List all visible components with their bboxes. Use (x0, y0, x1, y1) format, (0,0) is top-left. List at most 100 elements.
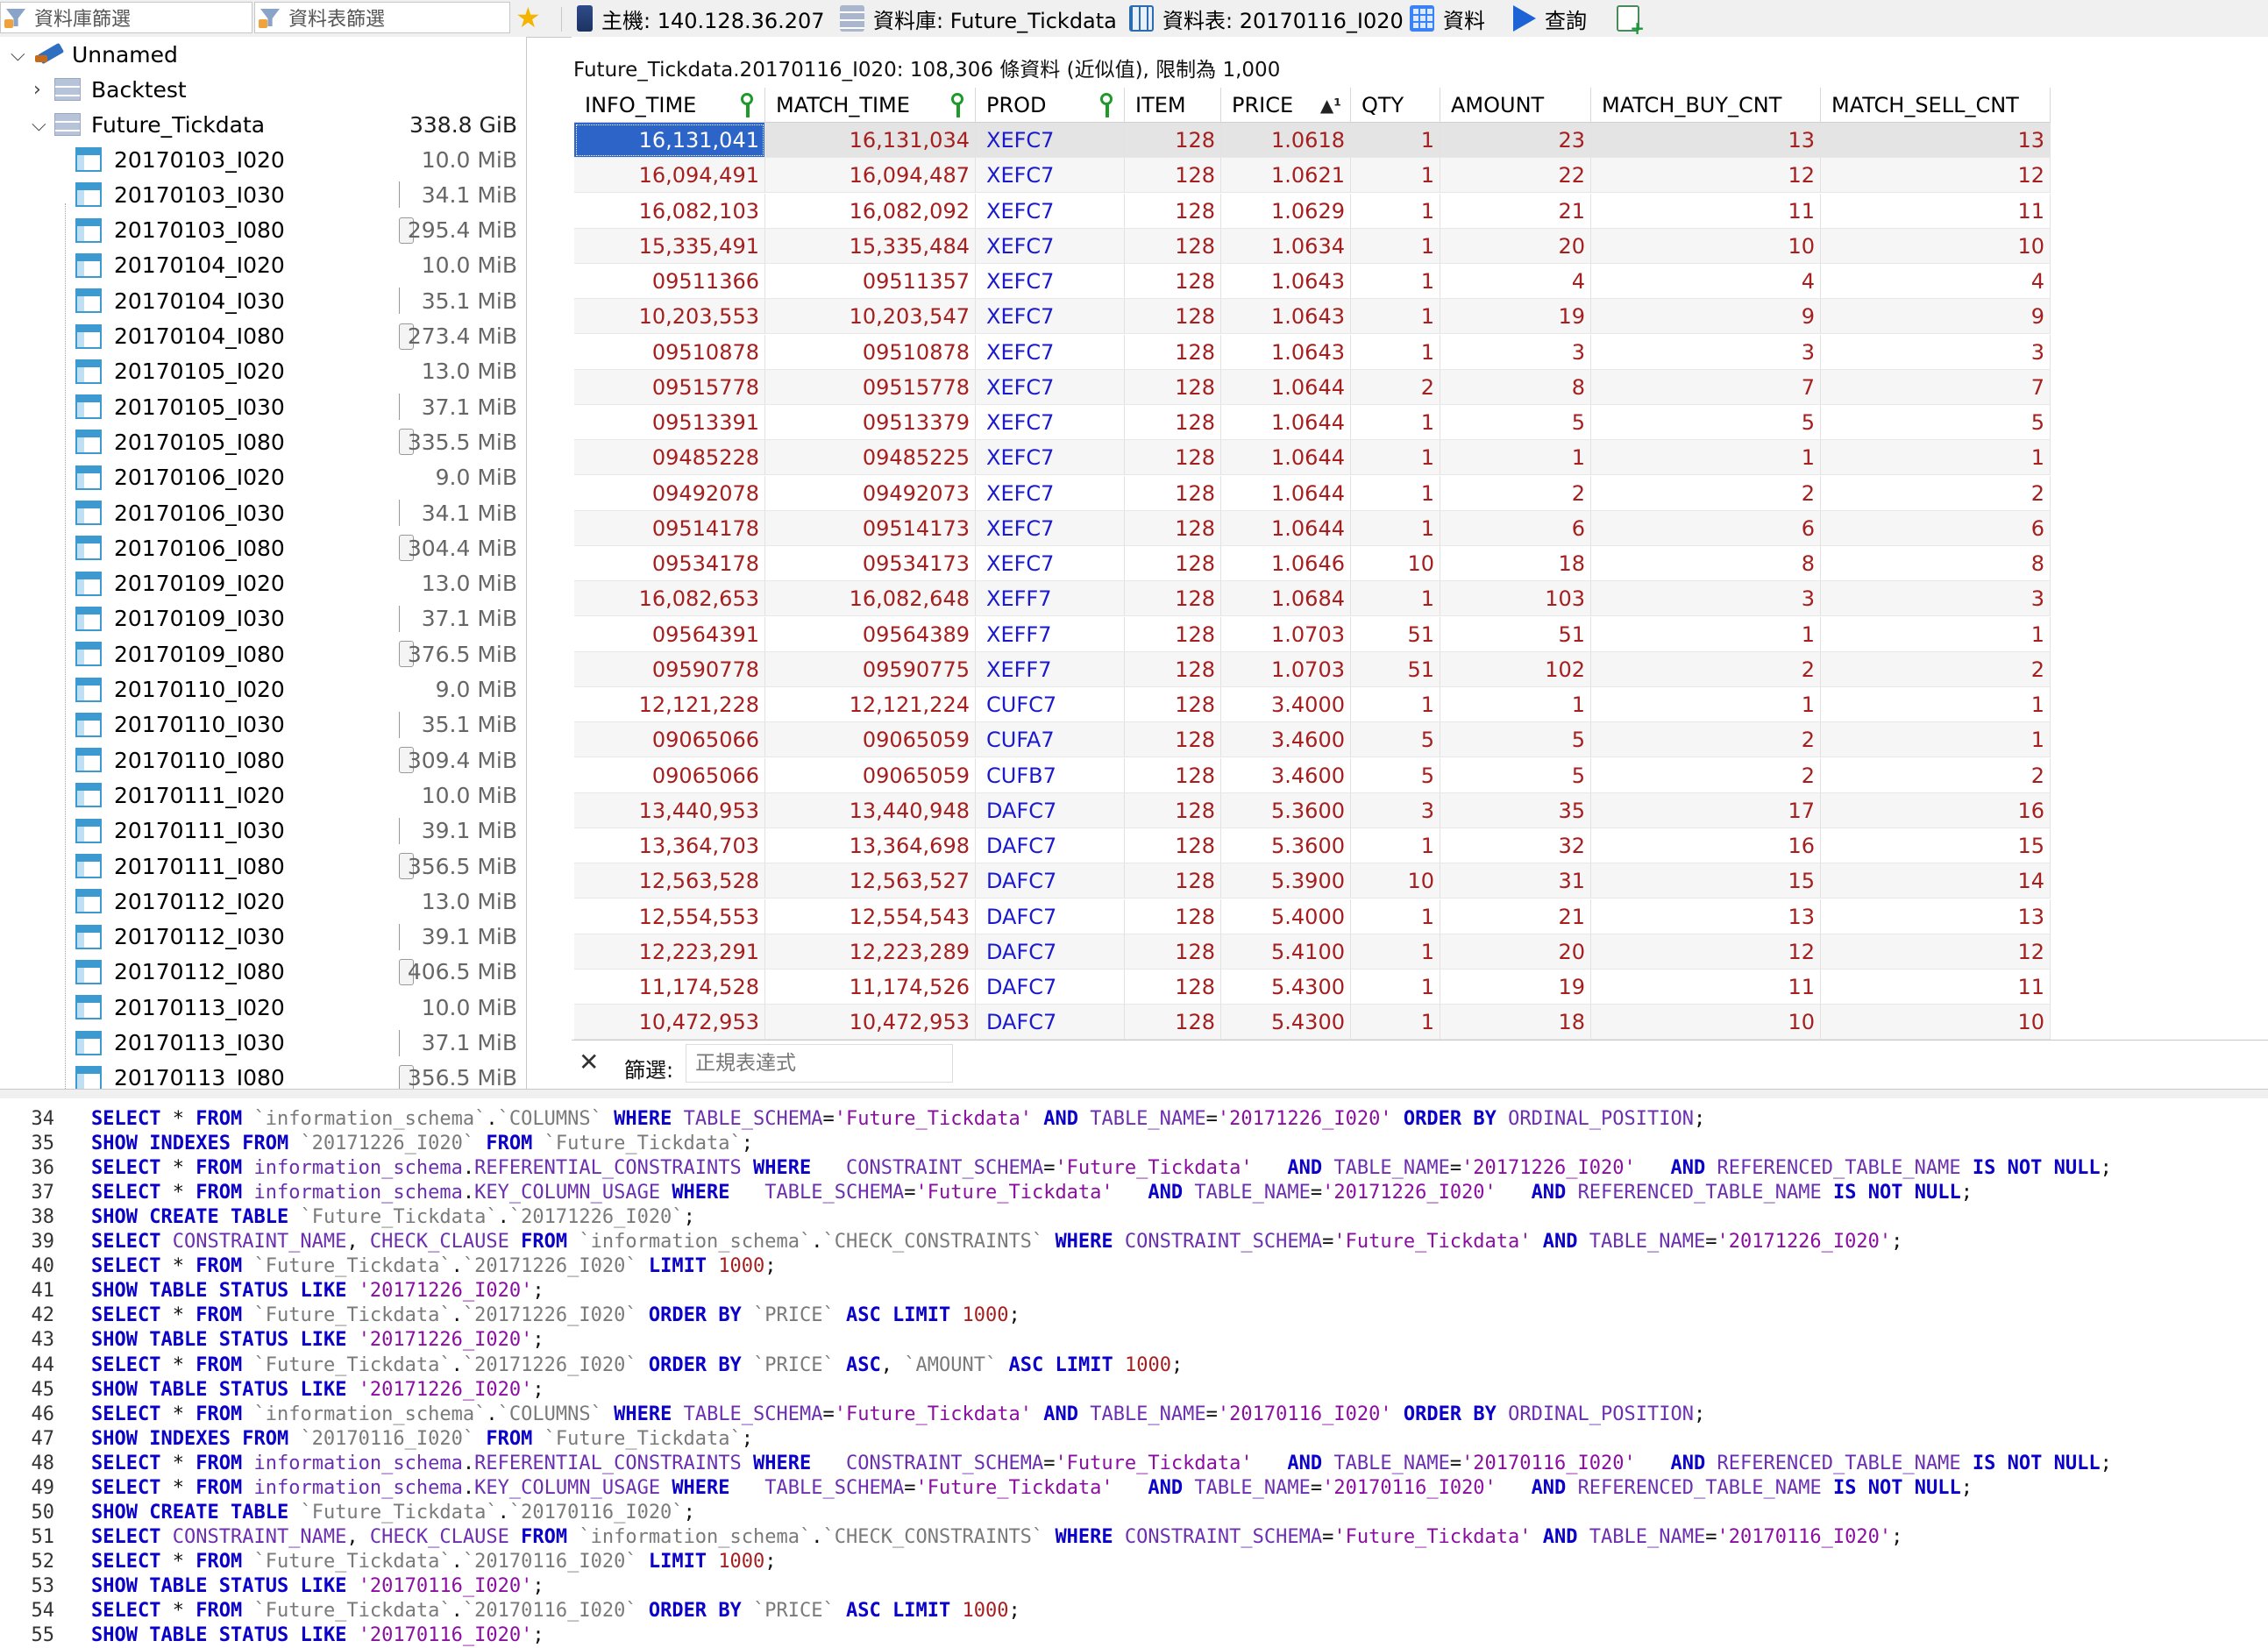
table-cell[interactable]: 128 (1125, 757, 1221, 793)
table-cell[interactable]: 1 (1821, 722, 2051, 758)
tree-item-table[interactable]: 20170113_I080 356.5 MiB (0, 1061, 526, 1089)
table-cell[interactable]: 5.3600 (1221, 792, 1351, 828)
table-cell[interactable]: 1.0646 (1221, 546, 1351, 581)
table-cell[interactable]: 2 (1351, 369, 1440, 405)
table-cell[interactable]: 128 (1125, 369, 1221, 405)
table-cell[interactable]: 13 (1821, 899, 2051, 934)
tree-item-table[interactable]: 20170104_I030 35.1 MiB (0, 283, 526, 318)
table-cell[interactable]: 13,364,703 (574, 828, 765, 863)
table-cell[interactable]: 1 (1351, 264, 1440, 299)
table-cell[interactable]: 5 (1440, 722, 1591, 758)
column-header[interactable]: PRICE ▲¹ (1221, 88, 1351, 123)
table-cell[interactable]: 128 (1125, 792, 1221, 828)
table-cell[interactable]: 128 (1125, 228, 1221, 264)
table-cell[interactable]: 09534178 (574, 546, 765, 581)
tree-item-table[interactable]: 20170109_I030 37.1 MiB (0, 601, 526, 636)
table-cell[interactable]: 1 (1351, 899, 1440, 934)
table-cell[interactable]: DAFC7 (976, 934, 1125, 970)
tree-item-table[interactable]: 20170111_I020 10.0 MiB (0, 778, 526, 813)
table-cell[interactable]: 4 (1440, 264, 1591, 299)
table-cell[interactable]: 11,174,528 (574, 970, 765, 1005)
table-cell[interactable]: 12,554,543 (765, 899, 976, 934)
close-icon[interactable]: ✕ (579, 1048, 599, 1076)
table-cell[interactable]: 3 (1591, 334, 1821, 370)
table-cell[interactable]: 16,082,103 (574, 193, 765, 229)
table-cell[interactable]: 8 (1591, 546, 1821, 581)
table-cell[interactable]: 1.0644 (1221, 369, 1351, 405)
sql-log-panel[interactable]: 34 SELECT * FROM `information_schema`.`CO… (0, 1098, 2268, 1647)
table-cell[interactable]: 128 (1125, 828, 1221, 863)
tab-database[interactable]: 資料庫: Future_Tickdata (840, 0, 1117, 37)
chevron-right-icon[interactable]: › (33, 79, 41, 101)
table-cell[interactable]: 10 (1351, 863, 1440, 899)
table-cell[interactable]: 3.4600 (1221, 722, 1351, 758)
table-cell[interactable]: 12,563,527 (765, 863, 976, 899)
table-cell[interactable]: 09485228 (574, 440, 765, 476)
table-cell[interactable]: DAFC7 (976, 1005, 1125, 1041)
table-cell[interactable]: 13 (1591, 899, 1821, 934)
table-cell[interactable]: DAFC7 (976, 863, 1125, 899)
tree-item-table[interactable]: 20170106_I080 304.4 MiB (0, 530, 526, 565)
tree-item-table[interactable]: 20170103_I030 34.1 MiB (0, 177, 526, 212)
table-cell[interactable]: 09065066 (574, 722, 765, 758)
table-cell[interactable]: 13,440,948 (765, 792, 976, 828)
table-cell[interactable]: 128 (1125, 687, 1221, 722)
chevron-down-icon[interactable]: ⌵ (32, 114, 46, 136)
table-cell[interactable]: 1 (1351, 193, 1440, 229)
table-cell[interactable]: 128 (1125, 616, 1221, 652)
table-cell[interactable]: 3.4000 (1221, 687, 1351, 722)
table-cell[interactable]: 15,335,491 (574, 228, 765, 264)
table-cell[interactable]: 35 (1440, 792, 1591, 828)
table-cell[interactable]: 5.3600 (1221, 828, 1351, 863)
table-cell[interactable]: 12 (1591, 158, 1821, 194)
table-cell[interactable]: 12 (1591, 934, 1821, 970)
table-cell[interactable]: CUFA7 (976, 722, 1125, 758)
table-cell[interactable]: 09511357 (765, 264, 976, 299)
table-cell[interactable]: 102 (1440, 651, 1591, 687)
tree-item-table[interactable]: 20170111_I030 39.1 MiB (0, 813, 526, 849)
table-cell[interactable]: 128 (1125, 158, 1221, 194)
tree-item-table[interactable]: 20170113_I020 10.0 MiB (0, 990, 526, 1025)
table-cell[interactable]: 128 (1125, 405, 1221, 440)
table-cell[interactable]: 21 (1440, 899, 1591, 934)
table-cell[interactable]: 19 (1440, 299, 1591, 335)
table-cell[interactable]: 128 (1125, 581, 1221, 617)
table-cell[interactable]: 1 (1821, 616, 2051, 652)
table-cell[interactable]: 2 (1821, 475, 2051, 511)
tree-item-table[interactable]: 20170109_I020 13.0 MiB (0, 566, 526, 601)
table-cell[interactable]: 11,174,526 (765, 970, 976, 1005)
table-cell[interactable]: XEFF7 (976, 616, 1125, 652)
table-cell[interactable]: 7 (1591, 369, 1821, 405)
table-cell[interactable]: 1.0629 (1221, 193, 1351, 229)
table-cell[interactable]: 11 (1821, 193, 2051, 229)
table-cell[interactable]: 1 (1821, 440, 2051, 476)
chevron-down-icon[interactable]: ⌵ (11, 44, 25, 66)
table-cell[interactable]: 10 (1351, 546, 1440, 581)
new-query-tab-button[interactable] (1617, 0, 1648, 39)
table-cell[interactable]: 16,131,034 (765, 123, 976, 158)
table-cell[interactable]: 1.0684 (1221, 581, 1351, 617)
column-header[interactable]: INFO_TIME (574, 88, 765, 123)
table-cell[interactable]: 128 (1125, 722, 1221, 758)
tree-item-table[interactable]: 20170112_I030 39.1 MiB (0, 920, 526, 955)
table-cell[interactable]: 15,335,484 (765, 228, 976, 264)
table-cell[interactable]: 128 (1125, 123, 1221, 158)
table-cell[interactable]: 09511366 (574, 264, 765, 299)
table-cell[interactable]: 16,094,491 (574, 158, 765, 194)
tree-item-table[interactable]: 20170106_I030 34.1 MiB (0, 495, 526, 530)
table-cell[interactable]: 2 (1821, 651, 2051, 687)
tab-query[interactable]: 查詢 (1513, 0, 1587, 37)
table-cell[interactable]: 8 (1821, 546, 2051, 581)
table-cell[interactable]: XEFC7 (976, 405, 1125, 440)
table-cell[interactable]: XEFC7 (976, 299, 1125, 335)
table-cell[interactable]: 5 (1591, 405, 1821, 440)
table-cell[interactable]: 1.0703 (1221, 616, 1351, 652)
table-cell[interactable]: 2 (1591, 722, 1821, 758)
table-cell[interactable]: 10,472,953 (574, 1005, 765, 1041)
table-cell[interactable]: 1 (1351, 405, 1440, 440)
table-cell[interactable]: 9 (1591, 299, 1821, 335)
table-cell[interactable]: XEFC7 (976, 475, 1125, 511)
table-cell[interactable]: 10,472,953 (765, 1005, 976, 1041)
table-cell[interactable]: 4 (1821, 264, 2051, 299)
table-cell[interactable]: XEFC7 (976, 334, 1125, 370)
